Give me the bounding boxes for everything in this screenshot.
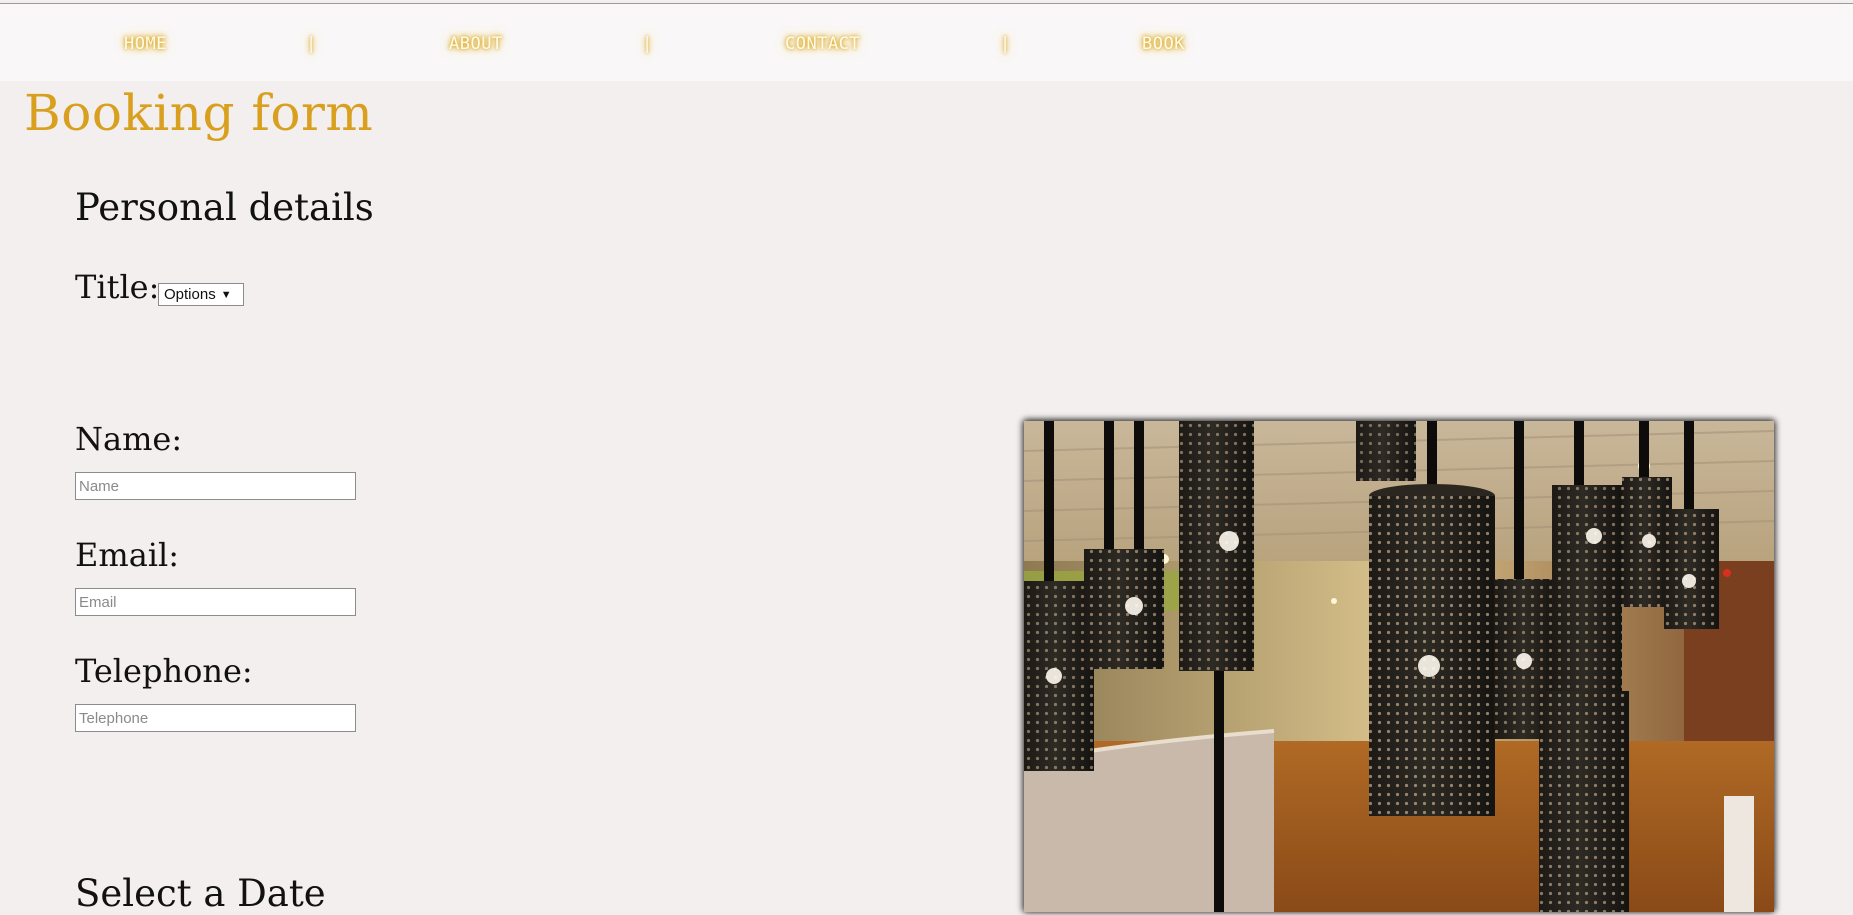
nav-bar: HOME | ABOUT | CONTACT | BOOK	[0, 4, 1853, 81]
page-title: Booking form	[24, 84, 374, 142]
nav-separator: |	[306, 34, 317, 54]
telephone-input[interactable]	[75, 704, 356, 732]
email-input[interactable]	[75, 588, 356, 616]
nav-separator: |	[642, 34, 653, 54]
email-label: Email:	[75, 536, 180, 574]
nav-home-link[interactable]: HOME	[124, 34, 167, 54]
telephone-label: Telephone:	[75, 652, 253, 690]
personal-details-heading: Personal details	[75, 186, 374, 229]
select-date-heading: Select a Date	[75, 872, 326, 915]
nav-contact-link[interactable]: CONTACT	[785, 34, 860, 54]
nav-about-link[interactable]: ABOUT	[449, 34, 503, 54]
title-select[interactable]: Options ▼	[158, 283, 244, 306]
nav-separator: |	[1000, 34, 1011, 54]
lobby-photo	[1024, 421, 1774, 912]
name-input[interactable]	[75, 472, 356, 500]
chevron-down-icon: ▼	[220, 288, 232, 301]
name-label: Name:	[75, 420, 183, 458]
title-label: Title:	[75, 268, 160, 306]
title-select-value: Options	[164, 286, 216, 303]
nav-book-link[interactable]: BOOK	[1142, 34, 1185, 54]
